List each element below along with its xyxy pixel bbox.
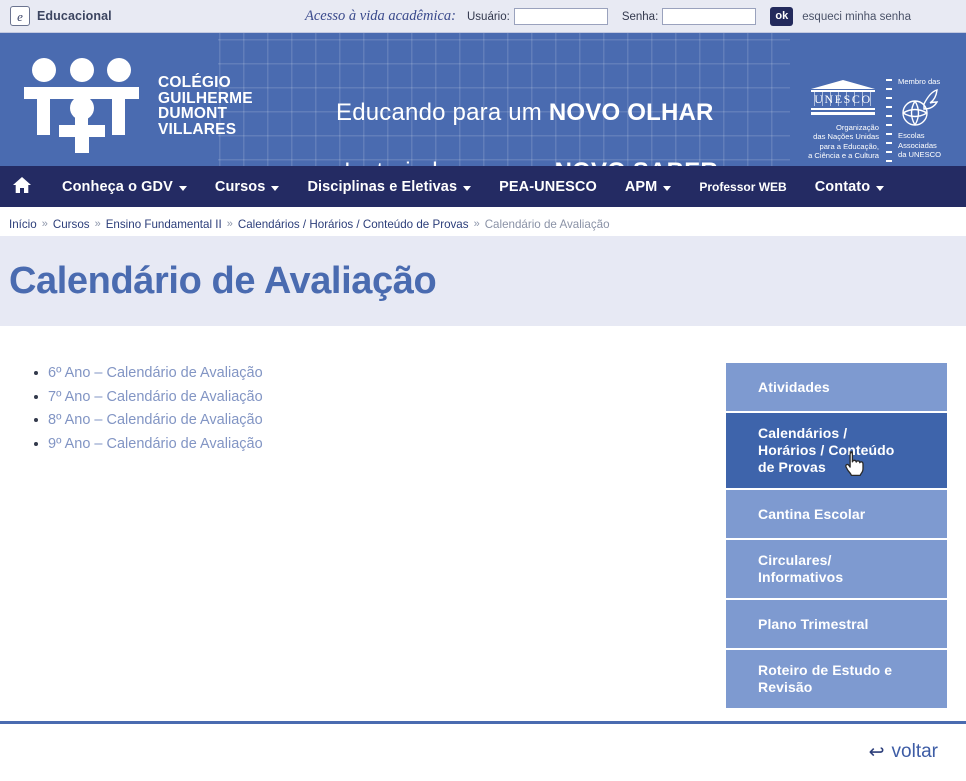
nav-label-cursos: Cursos: [214, 178, 266, 195]
sidebar-item-atividades[interactable]: Atividades: [726, 363, 947, 411]
nav-item-home[interactable]: [0, 166, 48, 207]
school-name-line3: DUMONT: [158, 105, 228, 122]
nav-item-contato[interactable]: Contato: [801, 166, 898, 207]
sidebar-item-plano-trimestral[interactable]: Plano Trimestral: [726, 600, 947, 648]
chevron-down-icon: [463, 185, 472, 191]
calendar-link-8-ano[interactable]: 8º Ano – Calendário de Avaliação: [48, 412, 263, 428]
school-logo[interactable]: COLÉGIO GUILHERME DUMONT VILLARES: [14, 51, 253, 155]
sidebar-item-circulares-informativos[interactable]: Circulares/ Informativos: [726, 540, 947, 598]
forgot-password-link[interactable]: esqueci minha senha: [802, 11, 911, 23]
slogan1-plain: Educando para um: [336, 99, 549, 126]
school-name-line4: VILLARES: [158, 120, 237, 138]
back-link-label: voltar: [891, 741, 938, 762]
school-name-line1: COLÉGIO: [158, 74, 231, 91]
school-name-line2: GUILHERME: [158, 89, 253, 107]
back-link[interactable]: ↩ voltar: [869, 741, 938, 763]
breadcrumb-item-current: Calendário de Avaliação: [484, 217, 610, 231]
breadcrumb-separator: »: [94, 218, 101, 230]
slogan2-bold: NOVO SABER: [555, 158, 718, 166]
nav-item-cursos[interactable]: Cursos: [201, 166, 294, 207]
calendar-link-9-ano[interactable]: 9º Ano – Calendário de Avaliação: [48, 436, 263, 452]
educacional-label: Educacional: [37, 9, 112, 23]
breadcrumb-item-cursos[interactable]: Cursos: [53, 218, 90, 231]
banner-slogan-2: Instruindo para um NOVO SABER: [344, 158, 718, 166]
calendar-link-6-ano[interactable]: 6º Ano – Calendário de Avaliação: [48, 365, 263, 381]
ok-button[interactable]: ok: [770, 7, 794, 26]
escolas-associadas-block: Membro das Escolas Associadas da UNESCO: [896, 77, 960, 166]
pen-square-icon: e: [10, 6, 30, 26]
list-item: 9º Ano – Calendário de Avaliação: [34, 435, 263, 453]
nav-item-apm[interactable]: APM: [611, 166, 686, 207]
chevron-down-icon: [876, 185, 885, 191]
list-item: 8º Ano – Calendário de Avaliação: [34, 411, 263, 429]
unesco-wordmark: UNESCO: [814, 92, 872, 106]
unesco-logo: UNESCO Organização das Nações Unidas par…: [800, 77, 886, 166]
temple-base: [811, 112, 875, 115]
page-title: Calendário de Avaliação: [9, 260, 437, 302]
list-item: 7º Ano – Calendário de Avaliação: [34, 388, 263, 406]
nav-item-conheca-o-gdv[interactable]: Conheça o GDV: [48, 166, 201, 207]
unesco-caption: Organização das Nações Unidas para a Edu…: [808, 123, 879, 161]
unesco-temple-icon: UNESCO: [811, 77, 875, 119]
unesco-divider-dots: [886, 79, 892, 165]
nav-label-contato: Contato: [814, 178, 871, 195]
chevron-down-icon: [271, 185, 280, 191]
nav-label-conheca-o-gdv: Conheça o GDV: [62, 178, 173, 195]
temple-roof: [811, 80, 875, 89]
header-banner: COLÉGIO GUILHERME DUMONT VILLARES Educan…: [0, 33, 966, 166]
acesso-heading: Acesso à vida acadêmica:: [305, 8, 456, 24]
arrow-back-icon: ↩: [868, 741, 885, 763]
breadcrumb-separator: »: [41, 218, 48, 230]
breadcrumb-item-inicio[interactable]: Início: [9, 218, 37, 231]
nav-item-professor-web[interactable]: Professor WEB: [685, 166, 800, 207]
sidebar-item-roteiro-de-estudo-e-revisao[interactable]: Roteiro de Estudo e Revisão: [726, 650, 947, 708]
senha-label: Senha:: [621, 10, 659, 23]
sidebar-item-calendarios-horarios-conteudo-de-provas[interactable]: Calendários / Horários / Conteúdo de Pro…: [726, 413, 947, 488]
nav-label-professor-web: Professor WEB: [699, 179, 787, 194]
nav-label-pea-unesco: PEA-UNESCO: [499, 178, 597, 195]
main-navigation: Conheça o GDV Cursos Disciplinas e Eleti…: [0, 166, 966, 207]
senha-input[interactable]: [662, 8, 757, 25]
educacional-brand[interactable]: e Educacional: [10, 6, 112, 26]
chevron-down-icon: [178, 185, 187, 191]
page-root: e Educacional Acesso à vida acadêmica: U…: [0, 0, 966, 781]
top-login-bar: e Educacional Acesso à vida acadêmica: U…: [0, 0, 966, 33]
calendar-link-7-ano[interactable]: 7º Ano – Calendário de Avaliação: [48, 389, 263, 405]
nav-label-apm: APM: [624, 178, 658, 195]
temple-bar-mid: [811, 108, 875, 110]
breadcrumb-item-ensino-fundamental-ii[interactable]: Ensino Fundamental II: [106, 218, 222, 231]
slogan1-bold: NOVO OLHAR: [548, 99, 714, 126]
unesco-block: UNESCO Organização das Nações Unidas par…: [800, 77, 960, 166]
nav-item-disciplinas-e-eletivas[interactable]: Disciplinas e Eletivas: [293, 166, 485, 207]
breadcrumb: Início » Cursos » Ensino Fundamental II …: [9, 214, 610, 234]
home-icon: [12, 176, 32, 198]
page-footer: ↩ voltar: [0, 724, 966, 781]
escolas-associadas-label: Escolas Associadas da UNESCO: [898, 131, 942, 160]
nav-item-pea-unesco[interactable]: PEA-UNESCO: [485, 166, 611, 207]
usuario-input[interactable]: [513, 8, 608, 25]
slogan2-plain: Instruindo para um: [344, 158, 555, 166]
section-sidebar: Atividades Calendários / Horários / Cont…: [726, 363, 947, 710]
school-name: COLÉGIO GUILHERME DUMONT VILLARES: [158, 75, 253, 137]
calendar-links-list: 6º Ano – Calendário de Avaliação 7º Ano …: [34, 364, 263, 458]
breadcrumb-separator: »: [226, 218, 233, 230]
breadcrumb-item-calendarios-horarios-conteudo-de-provas[interactable]: Calendários / Horários / Conteúdo de Pro…: [238, 218, 469, 231]
membro-das-label: Membro das: [898, 77, 941, 86]
breadcrumb-separator: »: [473, 218, 480, 230]
sidebar-item-cantina-escolar[interactable]: Cantina Escolar: [726, 490, 947, 538]
list-item: 6º Ano – Calendário de Avaliação: [34, 364, 263, 382]
banner-slogan-1: Educando para um NOVO OLHAR: [336, 99, 714, 127]
leaf-globe-icon: [898, 88, 940, 128]
usuario-label: Usuário:: [467, 10, 510, 23]
chevron-down-icon: [663, 185, 672, 191]
login-form: Acesso à vida acadêmica: Usuário: Senha:…: [305, 6, 911, 27]
nav-label-disciplinas-e-eletivas: Disciplinas e Eletivas: [307, 178, 458, 195]
